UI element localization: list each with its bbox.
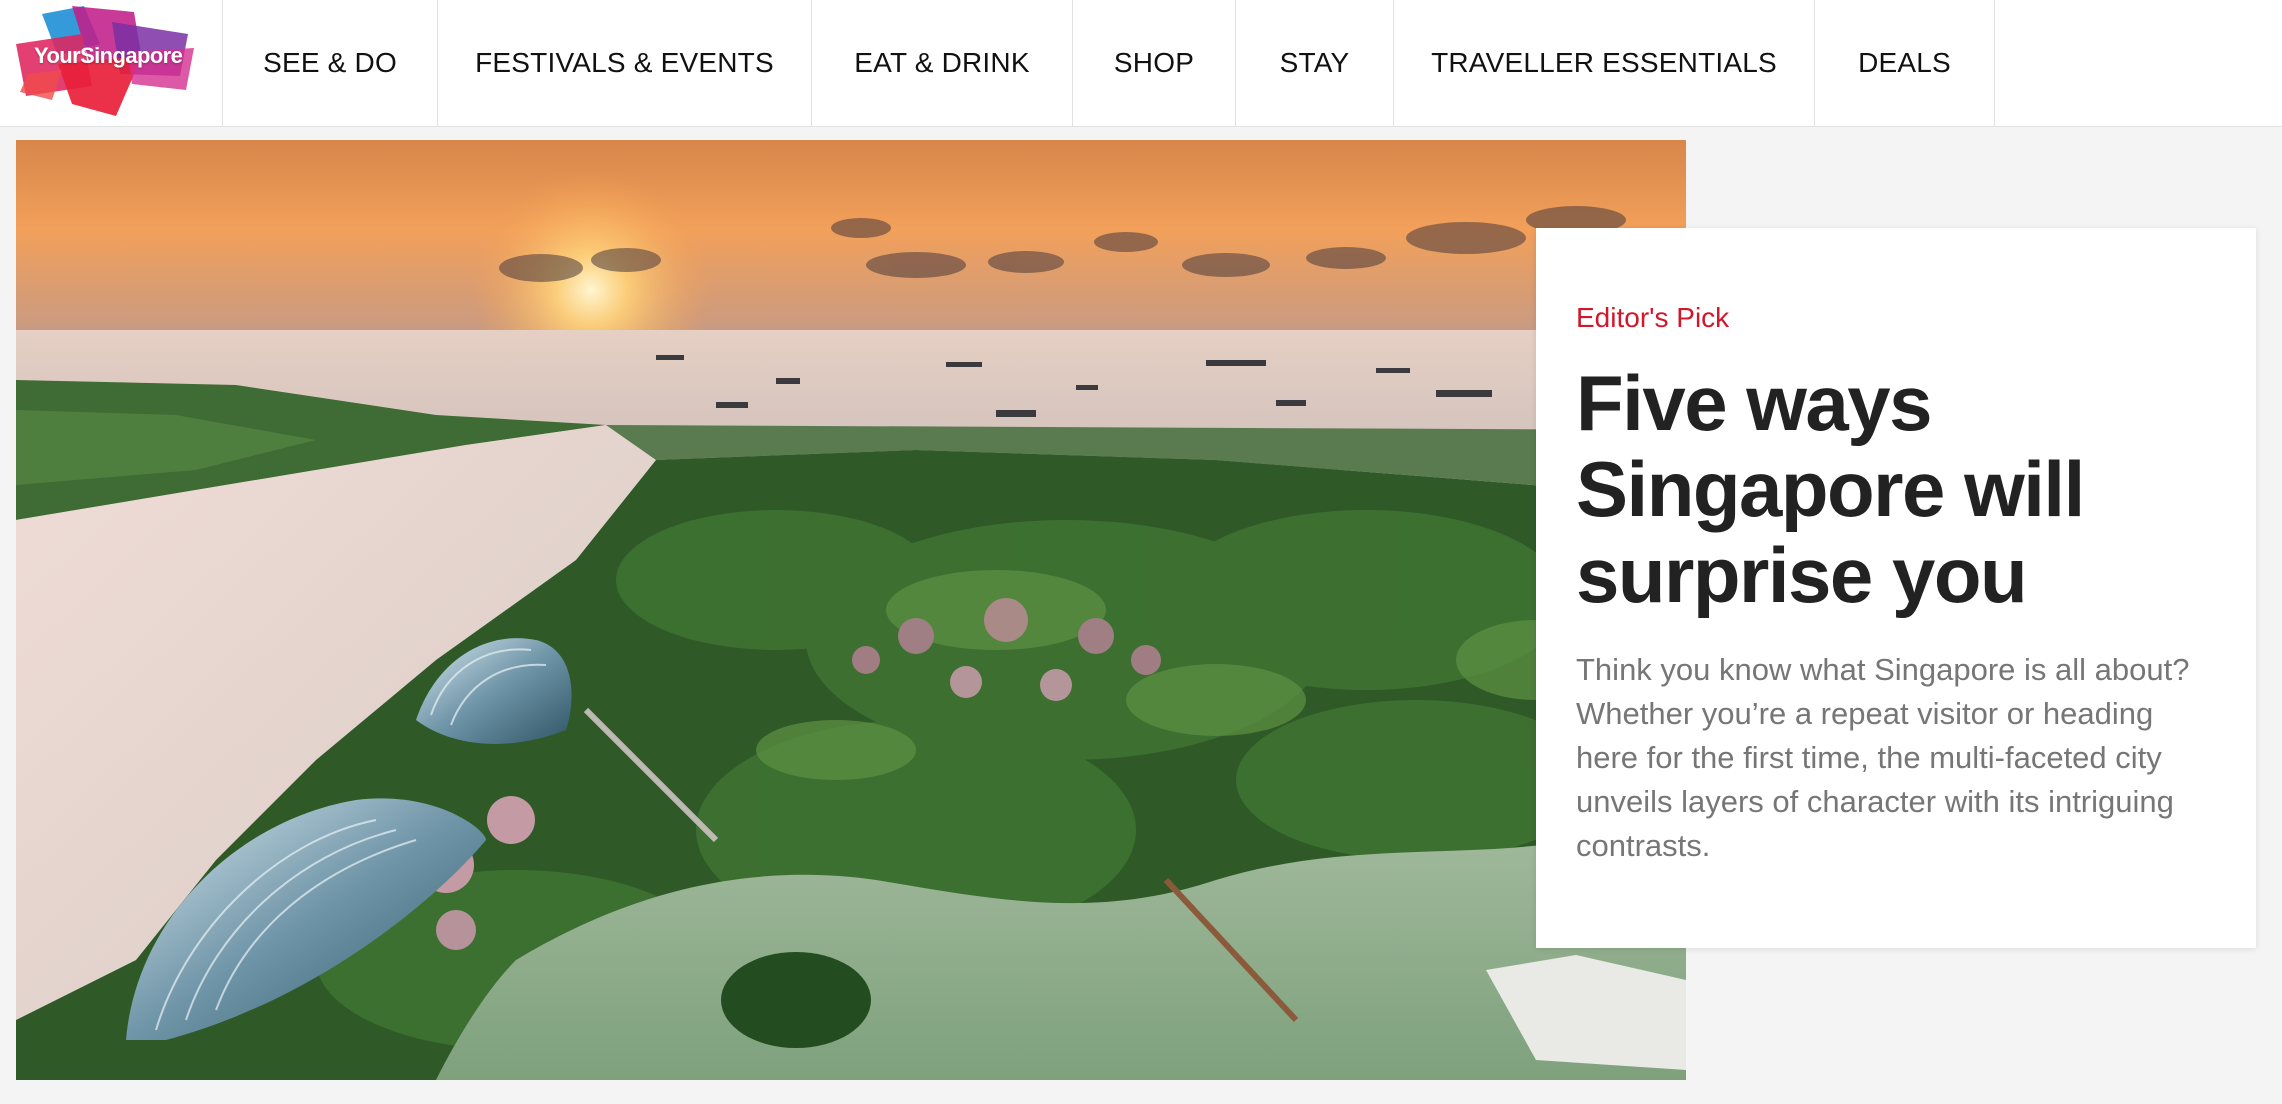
- top-navigation: YourSingapore SEE & DO FESTIVALS & EVENT…: [0, 0, 2282, 127]
- nav-see-do[interactable]: SEE & DO: [223, 0, 438, 126]
- nav-eat-drink[interactable]: EAT & DRINK: [812, 0, 1073, 126]
- nav-festivals-events[interactable]: FESTIVALS & EVENTS: [438, 0, 812, 126]
- feature-description: Think you know what Singapore is all abo…: [1576, 652, 2190, 863]
- nav-shop[interactable]: SHOP: [1073, 0, 1236, 126]
- nav-traveller-essentials[interactable]: TRAVELLER ESSENTIALS: [1394, 0, 1815, 126]
- editors-pick-label: Editor's Pick: [1576, 302, 1730, 333]
- brand-logo[interactable]: YourSingapore: [0, 0, 223, 126]
- editors-pick-card[interactable]: Editor's Pick Five ways Singapore will s…: [1536, 228, 2256, 948]
- brand-wordmark: YourSingapore: [34, 43, 183, 68]
- feature-title[interactable]: Five ways Singapore will surprise you: [1576, 360, 2176, 618]
- gardens-aerial-photo: [16, 140, 1686, 1080]
- nav-deals[interactable]: DEALS: [1815, 0, 1995, 126]
- nav-stay[interactable]: STAY: [1236, 0, 1394, 126]
- hero-image[interactable]: [16, 140, 1686, 1080]
